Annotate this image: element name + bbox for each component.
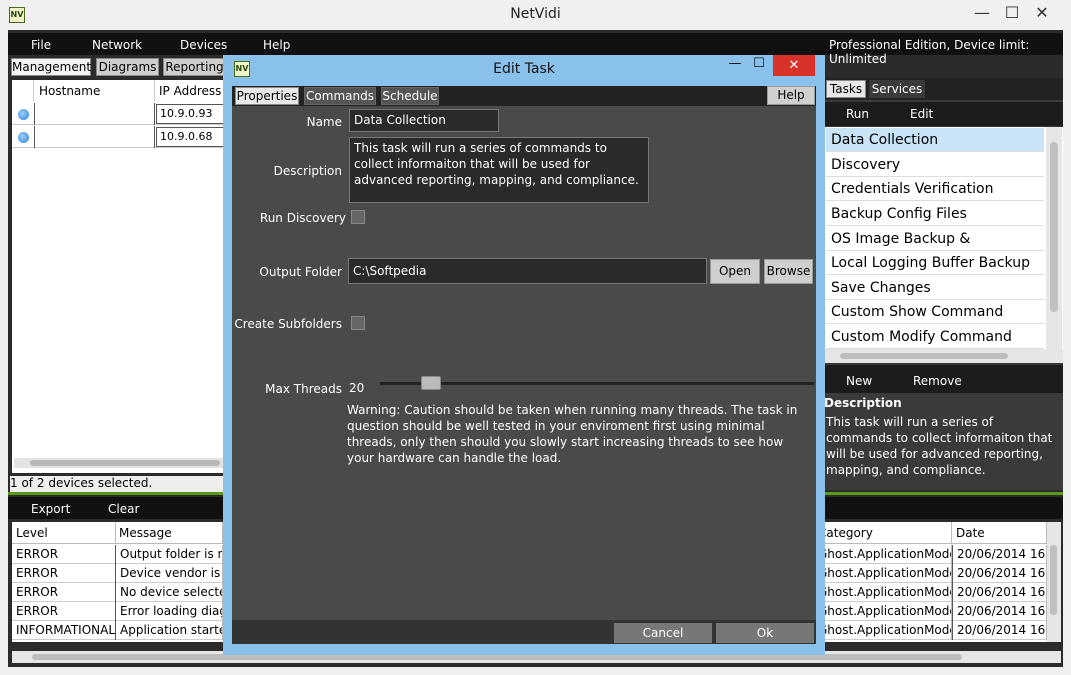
selection-text: devices selected. — [48, 476, 153, 490]
tab-services[interactable]: Services — [869, 80, 925, 98]
name-label: Name — [306, 115, 342, 129]
create-subfolders-label: Create Subfolders — [234, 317, 342, 331]
status-column-header[interactable] — [12, 80, 34, 102]
close-button[interactable]: ✕ — [1027, 0, 1057, 26]
log-category: Ghost.ApplicationModel — [818, 545, 952, 564]
scrollbar-thumb[interactable] — [1050, 142, 1058, 312]
description-label: Description — [273, 164, 342, 178]
scrollbar-thumb[interactable] — [840, 353, 1008, 359]
tab-schedule[interactable]: Schedule — [381, 87, 439, 105]
maximize-button[interactable]: ☐ — [997, 0, 1027, 26]
max-threads-value: 20 — [349, 381, 365, 395]
minimize-button[interactable]: — — [967, 0, 997, 26]
log-date: 20/06/2014 16:49 — [952, 564, 1047, 583]
selection-status: 1 of 2 devices selected. — [10, 476, 224, 492]
tab-management[interactable]: Management — [11, 58, 91, 76]
log-level: ERROR — [12, 583, 116, 602]
create-subfolders-checkbox[interactable] — [351, 316, 365, 330]
hostname-cell[interactable] — [34, 126, 155, 148]
help-button[interactable]: Help — [767, 86, 815, 105]
edition-label: Professional Edition, Device limit: Unli… — [829, 38, 1030, 66]
tab-reporting[interactable]: Reporting — [163, 58, 226, 76]
run-discovery-label: Run Discovery — [259, 211, 346, 225]
tab-commands[interactable]: Commands — [304, 87, 376, 105]
menu-network[interactable]: Network — [92, 38, 142, 52]
task-item[interactable]: Custom Show Command — [826, 300, 1044, 324]
log-message: Output folder is not — [115, 545, 223, 564]
dialog-close-button[interactable]: ✕ — [773, 55, 815, 76]
log-level: ERROR — [12, 564, 116, 583]
hostname-column-header[interactable]: Hostname — [35, 80, 155, 102]
scrollbar-thumb[interactable] — [1050, 545, 1057, 615]
log-category: Ghost.ApplicationModel — [818, 621, 952, 640]
status-dot-icon — [18, 109, 29, 120]
name-input[interactable]: Data Collection — [349, 109, 499, 132]
log-date: 20/06/2014 16:47 — [952, 602, 1047, 621]
browse-button[interactable]: Browse — [764, 259, 813, 284]
task-item[interactable]: Credentials Verification — [826, 177, 1044, 201]
description-input[interactable]: This task will run a series of commands … — [349, 137, 649, 203]
log-category: Ghost.ApplicationModel — [818, 564, 952, 583]
log-date: 20/06/2014 16:48 — [952, 583, 1047, 602]
category-column-header[interactable]: Category — [818, 522, 952, 544]
max-threads-label: Max Threads — [265, 382, 342, 396]
output-folder-label: Output Folder — [259, 265, 342, 279]
level-column-header[interactable]: Level — [12, 522, 116, 544]
task-item[interactable]: Backup Config Files — [826, 202, 1044, 226]
log-message: Error loading diagra — [115, 602, 223, 621]
message-column-header[interactable]: Message — [115, 522, 223, 544]
window-title: NetVidi — [510, 6, 561, 22]
ip-column-header[interactable]: IP Address — [155, 80, 226, 102]
menu-devices[interactable]: Devices — [180, 38, 227, 52]
dialog-minimize-button[interactable]: — — [724, 56, 746, 76]
status-dot-icon — [18, 132, 29, 143]
ip-cell[interactable]: 10.9.0.93 — [156, 104, 226, 124]
slider-thumb[interactable] — [421, 376, 442, 390]
selected-count: 1 — [10, 476, 18, 490]
of-label: of — [21, 476, 34, 490]
log-category: Ghost.ApplicationModel — [818, 583, 952, 602]
log-date: 20/06/2014 16:47 — [952, 621, 1047, 640]
task-item[interactable]: Data Collection — [826, 128, 1044, 152]
task-item[interactable]: Custom Modify Command — [826, 325, 1044, 349]
log-level: ERROR — [12, 545, 116, 564]
task-item[interactable]: Save Changes — [826, 276, 1044, 300]
log-message: No device selected. — [115, 583, 223, 602]
tab-properties[interactable]: Properties — [235, 87, 299, 105]
menu-help[interactable]: Help — [263, 38, 290, 52]
new-task-button[interactable]: New — [846, 374, 872, 388]
menu-file[interactable]: File — [31, 38, 51, 52]
ip-cell[interactable]: 10.9.0.68 — [156, 127, 226, 147]
threads-warning: Warning: Caution should be taken when ru… — [347, 403, 798, 465]
remove-task-button[interactable]: Remove — [913, 374, 962, 388]
tab-tasks[interactable]: Tasks — [826, 80, 866, 98]
open-button[interactable]: Open — [710, 259, 760, 284]
edit-button[interactable]: Edit — [910, 107, 933, 121]
description-text: This task will run a series of commands … — [826, 415, 1053, 477]
hostname-cell[interactable] — [34, 103, 155, 125]
task-item[interactable]: OS Image Backup & Verification — [826, 227, 1044, 271]
date-column-header[interactable]: Date — [952, 522, 1047, 544]
dialog-maximize-button[interactable]: ☐ — [748, 56, 770, 76]
output-folder-input[interactable]: C:\Softpedia — [348, 258, 707, 284]
log-category: Ghost.ApplicationModel — [818, 602, 952, 621]
log-date: 20/06/2014 16:50 — [952, 545, 1047, 564]
max-threads-slider[interactable] — [380, 382, 814, 385]
total-count: 2 — [36, 476, 45, 490]
ok-button[interactable]: Ok — [716, 623, 814, 643]
run-button[interactable]: Run — [846, 107, 869, 121]
scrollbar-thumb[interactable] — [30, 460, 220, 466]
task-item[interactable]: Local Logging Buffer Backup — [826, 251, 1044, 275]
log-message: Application started — [115, 621, 223, 640]
clear-button[interactable]: Clear — [108, 502, 139, 516]
task-item[interactable]: Discovery — [826, 153, 1044, 177]
log-level: ERROR — [12, 602, 116, 621]
description-title: Description — [824, 396, 902, 410]
tab-diagrams[interactable]: Diagrams — [96, 58, 159, 76]
export-button[interactable]: Export — [31, 502, 70, 516]
log-level: INFORMATIONAL — [12, 621, 116, 640]
run-discovery-checkbox[interactable] — [351, 210, 365, 224]
cancel-button[interactable]: Cancel — [614, 623, 712, 643]
log-message: Device vendor is unl — [115, 564, 223, 583]
